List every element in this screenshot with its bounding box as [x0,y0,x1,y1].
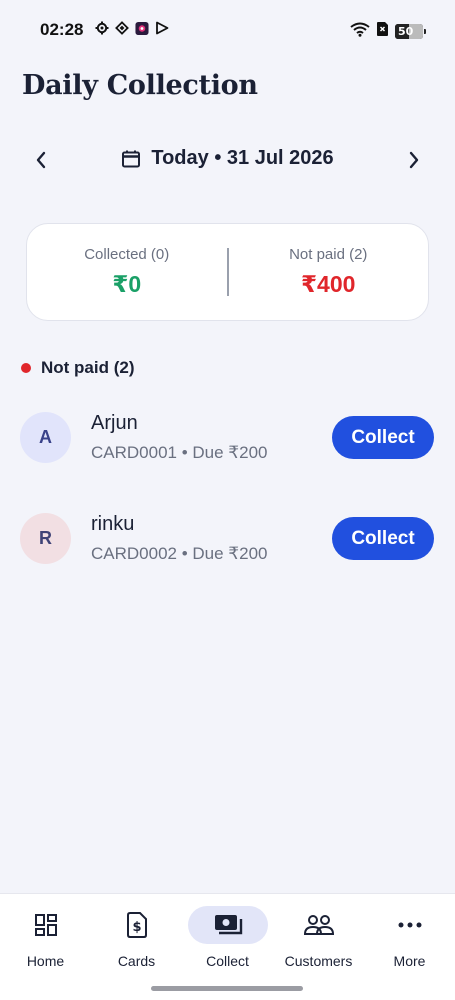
app-icon [135,21,149,35]
nav-cards[interactable]: $ Cards [91,894,182,974]
card-dollar-icon: $ [126,912,147,938]
nav-label: More [393,953,426,969]
section-label: Not paid (2) [41,358,135,377]
nav-customers[interactable]: Customers [273,894,364,974]
status-dot [21,363,31,373]
bottom-navigation: Home $ Cards Collect Customers More [0,893,455,1000]
summary-card: Collected (0) ₹0 Not paid (2) ₹400 [26,223,429,321]
page-title: Daily Collection [22,70,258,101]
customer-name: rinku [91,513,135,535]
customer-name: Arjun [91,412,138,434]
diamond-icon [115,21,129,35]
avatar: A [20,412,71,463]
not-paid-summary: Not paid (2) ₹400 [229,224,429,320]
collected-summary: Collected (0) ₹0 [27,224,227,320]
nav-label: Customers [284,953,353,969]
collect-button[interactable]: Collect [332,416,434,459]
not-paid-section-header: Not paid (2) [21,358,135,378]
nav-label: Cards [117,953,156,969]
list-item[interactable]: A Arjun CARD0001 • Due ₹200 Collect [0,408,455,468]
sim-icon [376,21,389,42]
dashboard-icon [34,914,57,936]
nav-label: Collect [206,953,249,969]
battery-level-text: 50 [398,25,414,38]
collect-button[interactable]: Collect [332,517,434,560]
chevron-right-icon [409,151,419,169]
svg-text:$: $ [132,920,141,935]
calendar-icon [122,150,141,167]
home-indicator[interactable] [151,986,303,991]
more-dots-icon [398,922,421,928]
customer-card-due: CARD0001 • Due ₹200 [91,443,268,462]
people-icon [303,915,334,935]
battery-icon: 50 [395,24,426,39]
customer-card-due: CARD0002 • Due ₹200 [91,544,268,563]
status-time: 02:28 [40,20,84,39]
nav-label: Home [26,953,65,969]
wifi-icon [350,22,370,42]
status-icons-left [95,21,169,35]
collected-value: ₹0 [112,271,142,297]
play-icon [155,21,169,35]
nav-collect[interactable]: Collect [182,894,273,974]
date-label: Today • 31 Jul 2026 [151,147,334,169]
list-item[interactable]: R rinku CARD0002 • Due ₹200 Collect [0,509,455,569]
not-paid-label: Not paid (2) [289,246,368,263]
settings-icon [95,21,109,35]
nav-home[interactable]: Home [0,894,91,974]
date-picker[interactable]: Today • 31 Jul 2026 [0,147,455,170]
avatar: R [20,513,71,564]
cash-icon [214,915,242,935]
date-navigator: Today • 31 Jul 2026 [0,140,455,180]
next-day-button[interactable] [402,148,426,172]
status-bar: 02:28 50 [0,0,455,60]
not-paid-value: ₹400 [301,271,356,297]
status-icons-right: 50 [350,21,426,42]
collected-label: Collected (0) [84,246,170,263]
nav-more[interactable]: More [364,894,455,974]
